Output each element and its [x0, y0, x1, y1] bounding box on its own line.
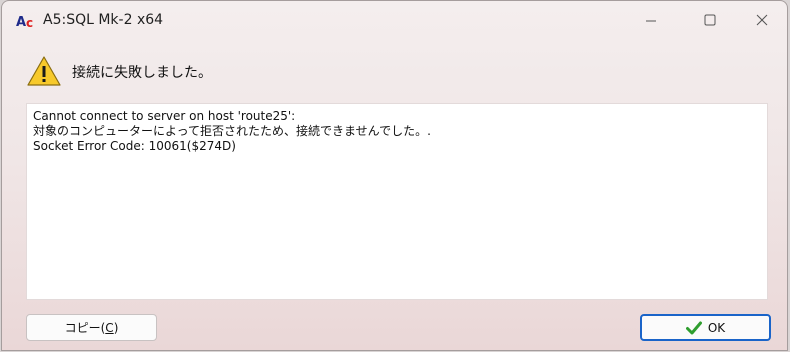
message-line: Socket Error Code: 10061($274D): [33, 139, 236, 153]
title-bar[interactable]: A c A5:SQL Mk-2 x64: [2, 1, 787, 41]
maximize-icon: [704, 14, 716, 26]
svg-text:A: A: [16, 15, 26, 30]
error-message-box[interactable]: Cannot connect to server on host 'route2…: [26, 103, 768, 300]
minimize-icon: [646, 20, 656, 22]
ok-button[interactable]: OK: [640, 314, 771, 341]
svg-text:c: c: [26, 16, 33, 30]
message-line: Cannot connect to server on host 'route2…: [33, 109, 296, 123]
window-title: A5:SQL Mk-2 x64: [43, 12, 164, 28]
close-button[interactable]: [739, 1, 785, 41]
copy-button-label: コピー(C): [64, 321, 119, 335]
close-icon: [756, 14, 768, 26]
minimize-button[interactable]: [628, 1, 674, 41]
message-line: 対象のコンピューターによって拒否されたため、接続できませんでした。.: [33, 124, 431, 138]
dialog-heading: 接続に失敗しました。: [72, 65, 212, 81]
checkmark-icon: [685, 321, 702, 334]
dialog-header: 接続に失敗しました。: [2, 53, 787, 93]
ok-button-label: OK: [707, 320, 726, 335]
app-icon: A c: [16, 15, 33, 30]
warning-icon: [27, 56, 61, 86]
dialog-window: A c A5:SQL Mk-2 x64 接続に失敗しました。 Cannot co…: [1, 0, 788, 351]
maximize-button[interactable]: [687, 1, 733, 41]
copy-button[interactable]: コピー(C): [26, 314, 157, 341]
